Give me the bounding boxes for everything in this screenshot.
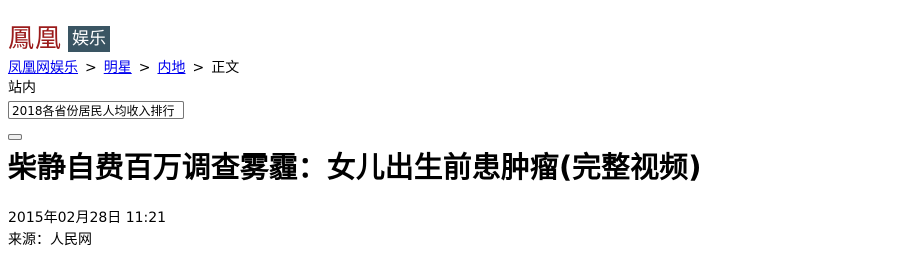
search-button[interactable] xyxy=(8,134,22,140)
article-title: 柴静自费百万调查雾霾：女儿出生前患肿瘤(完整视频) xyxy=(8,150,702,184)
breadcrumb-separator: > xyxy=(85,60,97,76)
logo-phoenix-text: 鳳凰 xyxy=(8,24,63,54)
breadcrumb-link-stars[interactable]: 明星 xyxy=(104,60,132,76)
ifeng-ent-logo[interactable]: 鳳凰 娱乐 xyxy=(8,24,111,54)
search-scope-label: 站内 xyxy=(8,80,36,96)
breadcrumb-link-ifeng-ent[interactable]: 凤凰网娱乐 xyxy=(8,60,78,76)
breadcrumb-separator: > xyxy=(192,60,205,76)
article-datetime: 2015年02月28日 11:21 xyxy=(8,210,167,226)
breadcrumb-separator: > xyxy=(138,60,151,76)
breadcrumb-link-mainland[interactable]: 内地 xyxy=(157,60,185,76)
breadcrumb: 凤凰网娱乐 > 明星 > 内地 > 正文 xyxy=(8,59,239,77)
page: 鳳凰 娱乐 凤凰网娱乐 > 明星 > 内地 > 正文 站内 柴静自费百万调查雾霾：女儿出生前… xyxy=(0,0,908,276)
logo-entertainment-badge: 娱乐 xyxy=(68,26,111,52)
breadcrumb-current: 正文 xyxy=(211,60,240,76)
article-source: 来源：人民网 xyxy=(8,232,92,248)
search-input[interactable] xyxy=(8,101,184,119)
